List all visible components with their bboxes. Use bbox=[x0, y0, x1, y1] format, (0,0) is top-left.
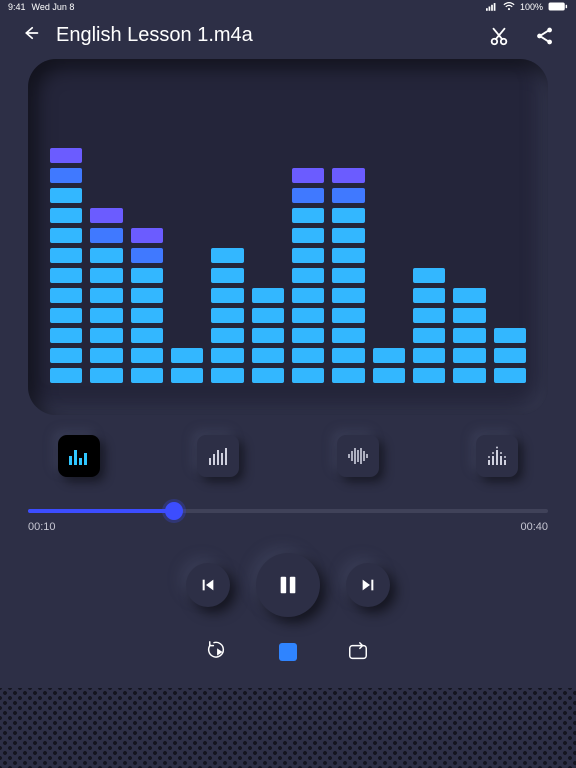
status-bar: 9:41 Wed Jun 8 100% bbox=[0, 0, 576, 14]
vis-type-bars[interactable] bbox=[58, 435, 100, 477]
eq-bars bbox=[50, 89, 526, 383]
visualization-types bbox=[0, 415, 576, 477]
status-date: Wed Jun 8 bbox=[32, 2, 75, 12]
battery-text: 100% bbox=[520, 2, 543, 12]
share-button[interactable] bbox=[534, 25, 556, 47]
back-button[interactable] bbox=[20, 24, 40, 47]
vis-type-dots[interactable] bbox=[476, 435, 518, 477]
secondary-controls bbox=[0, 641, 576, 663]
battery-icon bbox=[548, 2, 568, 13]
trim-button[interactable] bbox=[488, 25, 510, 47]
stop-button[interactable] bbox=[277, 641, 299, 663]
status-time: 9:41 bbox=[8, 2, 26, 12]
signal-icon bbox=[486, 2, 498, 13]
stop-icon bbox=[279, 643, 297, 661]
visualizer-panel bbox=[28, 59, 548, 415]
transport-controls bbox=[0, 553, 576, 617]
header: English Lesson 1.m4a bbox=[0, 14, 576, 53]
vis-type-wave[interactable] bbox=[337, 435, 379, 477]
vis-type-thin-bars[interactable] bbox=[197, 435, 239, 477]
progress-slider[interactable]: 00:10 00:40 bbox=[0, 477, 576, 533]
total-time: 00:40 bbox=[520, 521, 548, 533]
wifi-icon bbox=[503, 2, 515, 13]
next-button[interactable] bbox=[346, 563, 390, 607]
repeat-button[interactable] bbox=[347, 641, 369, 663]
prev-button[interactable] bbox=[186, 563, 230, 607]
elapsed-time: 00:10 bbox=[28, 521, 56, 533]
speed-button[interactable] bbox=[207, 641, 229, 663]
file-title: English Lesson 1.m4a bbox=[56, 24, 472, 47]
pause-button[interactable] bbox=[256, 553, 320, 617]
speaker-grill bbox=[0, 688, 576, 768]
